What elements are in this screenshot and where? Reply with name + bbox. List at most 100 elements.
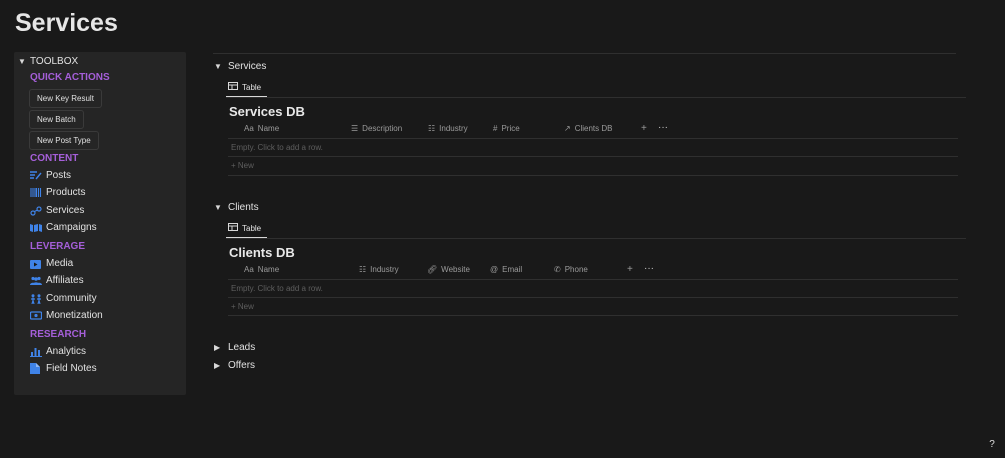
table-icon [228, 223, 238, 233]
column-industry[interactable]: ☷ Industry [428, 124, 468, 133]
column-label: Description [362, 124, 403, 133]
triangle-right-icon: ▶ [214, 361, 221, 370]
leverage-heading: LEVERAGE [30, 241, 86, 252]
column-label: Website [441, 265, 470, 274]
quick-actions-heading: QUICK ACTIONS [30, 72, 110, 83]
toolbox-item-posts[interactable]: Posts [30, 170, 71, 181]
at-sign-icon: @ [490, 265, 499, 274]
toolbox-panel: ▼ TOOLBOX QUICK ACTIONS New Key Result N… [14, 52, 186, 395]
more-options-button[interactable]: ··· [644, 263, 654, 274]
toolbox-title: TOOLBOX [30, 56, 79, 67]
posts-icon [30, 170, 44, 181]
table-icon [228, 82, 238, 92]
toolbox-item-label: Products [46, 187, 86, 198]
ellipsis-icon: ··· [658, 122, 668, 133]
toggle-clients[interactable]: ▼ Clients [214, 202, 259, 213]
triangle-down-icon: ▼ [214, 203, 222, 212]
plus-icon: + [641, 123, 647, 134]
text-property-icon: Aa [244, 124, 254, 133]
text-lines-icon: ☰ [351, 124, 359, 133]
toolbox-item-media[interactable]: Media [30, 258, 73, 269]
add-column-button[interactable]: + [627, 264, 633, 275]
toggle-label: Clients [228, 202, 259, 213]
toolbox-item-label: Field Notes [46, 363, 97, 374]
barcode-icon [30, 187, 44, 198]
toolbox-item-community[interactable]: Community [30, 293, 97, 304]
db-title-services[interactable]: Services DB [229, 104, 305, 119]
services-icon [30, 205, 44, 216]
empty-row-hint[interactable]: Empty. Click to add a row. [231, 284, 323, 293]
toolbox-item-label: Affiliates [46, 275, 84, 286]
toolbox-item-label: Posts [46, 170, 72, 181]
divider [228, 279, 958, 280]
toolbox-item-products[interactable]: Products [30, 187, 85, 198]
relation-arrow-icon: ↗ [564, 124, 571, 133]
new-batch-button[interactable]: New Batch [29, 110, 84, 129]
money-icon [30, 310, 44, 321]
toggle-label: Leads [228, 342, 256, 353]
tab-table-services[interactable]: Table [228, 82, 261, 92]
plus-icon: + [231, 302, 238, 311]
toolbox-item-label: Services [46, 205, 85, 216]
triangle-right-icon: ▶ [214, 343, 221, 352]
divider [228, 315, 958, 316]
empty-row-hint[interactable]: Empty. Click to add a row. [231, 143, 323, 152]
column-label: Clients DB [574, 124, 613, 133]
toolbox-item-analytics[interactable]: Analytics [30, 346, 86, 357]
toolbox-item-monetization[interactable]: Monetization [30, 310, 103, 321]
toolbox-item-field-notes[interactable]: Field Notes [30, 363, 97, 374]
add-column-button[interactable]: + [641, 123, 647, 134]
new-post-type-button[interactable]: New Post Type [29, 131, 99, 150]
content-heading: CONTENT [30, 153, 79, 164]
divider [228, 297, 958, 298]
affiliates-icon [30, 275, 44, 286]
new-row-button[interactable]: + New [231, 161, 254, 170]
column-label: Industry [370, 265, 399, 274]
new-row-label: New [237, 161, 254, 170]
toggle-leads[interactable]: ▶ Leads [214, 342, 255, 353]
column-price[interactable]: # Price [493, 124, 520, 133]
column-name[interactable]: Aa Name [244, 265, 279, 274]
column-label: Name [257, 124, 280, 133]
document-icon [30, 363, 44, 374]
column-website[interactable]: 🔗︎ Website [427, 265, 470, 274]
plus-icon: + [231, 161, 238, 170]
more-options-button[interactable]: ··· [658, 122, 668, 133]
page-title: Services [15, 9, 118, 37]
new-key-result-button[interactable]: New Key Result [29, 89, 102, 108]
toggle-services[interactable]: ▼ Services [214, 61, 266, 72]
toolbox-item-campaigns[interactable]: Campaigns [30, 222, 97, 233]
column-phone[interactable]: ✆ Phone [554, 265, 588, 274]
toggle-label: Offers [228, 360, 256, 371]
divider [228, 156, 958, 157]
column-label: Industry [439, 124, 468, 133]
ellipsis-icon: ··· [644, 263, 654, 274]
db-title-clients[interactable]: Clients DB [229, 245, 295, 260]
column-description[interactable]: ☰ Description [351, 124, 402, 133]
plus-icon: + [627, 264, 633, 275]
link-icon: 🔗︎ [427, 265, 438, 274]
toolbox-item-label: Analytics [46, 346, 87, 357]
toggle-offers[interactable]: ▶ Offers [214, 360, 255, 371]
toolbox-toggle[interactable]: ▼ TOOLBOX [18, 56, 78, 67]
community-icon [30, 293, 44, 304]
number-icon: # [493, 124, 498, 133]
column-email[interactable]: @ Email [490, 265, 522, 274]
column-industry[interactable]: ☷ Industry [359, 265, 399, 274]
help-icon: ? [989, 438, 995, 450]
research-heading: RESEARCH [30, 329, 87, 340]
column-label: Email [502, 265, 523, 274]
triangle-down-icon: ▼ [214, 62, 222, 71]
toolbox-item-label: Campaigns [46, 222, 97, 233]
phone-icon: ✆ [554, 265, 561, 274]
help-button[interactable]: ? [985, 436, 999, 452]
tab-table-clients[interactable]: Table [228, 223, 261, 233]
divider [226, 97, 966, 98]
column-name[interactable]: Aa Name [244, 124, 279, 133]
toolbox-item-services[interactable]: Services [30, 205, 84, 216]
toolbox-item-affiliates[interactable]: Affiliates [30, 275, 84, 286]
campaigns-icon [30, 222, 44, 233]
tab-label: Table [242, 223, 262, 233]
column-clients-db[interactable]: ↗ Clients DB [564, 124, 613, 133]
new-row-button[interactable]: + New [231, 302, 254, 311]
